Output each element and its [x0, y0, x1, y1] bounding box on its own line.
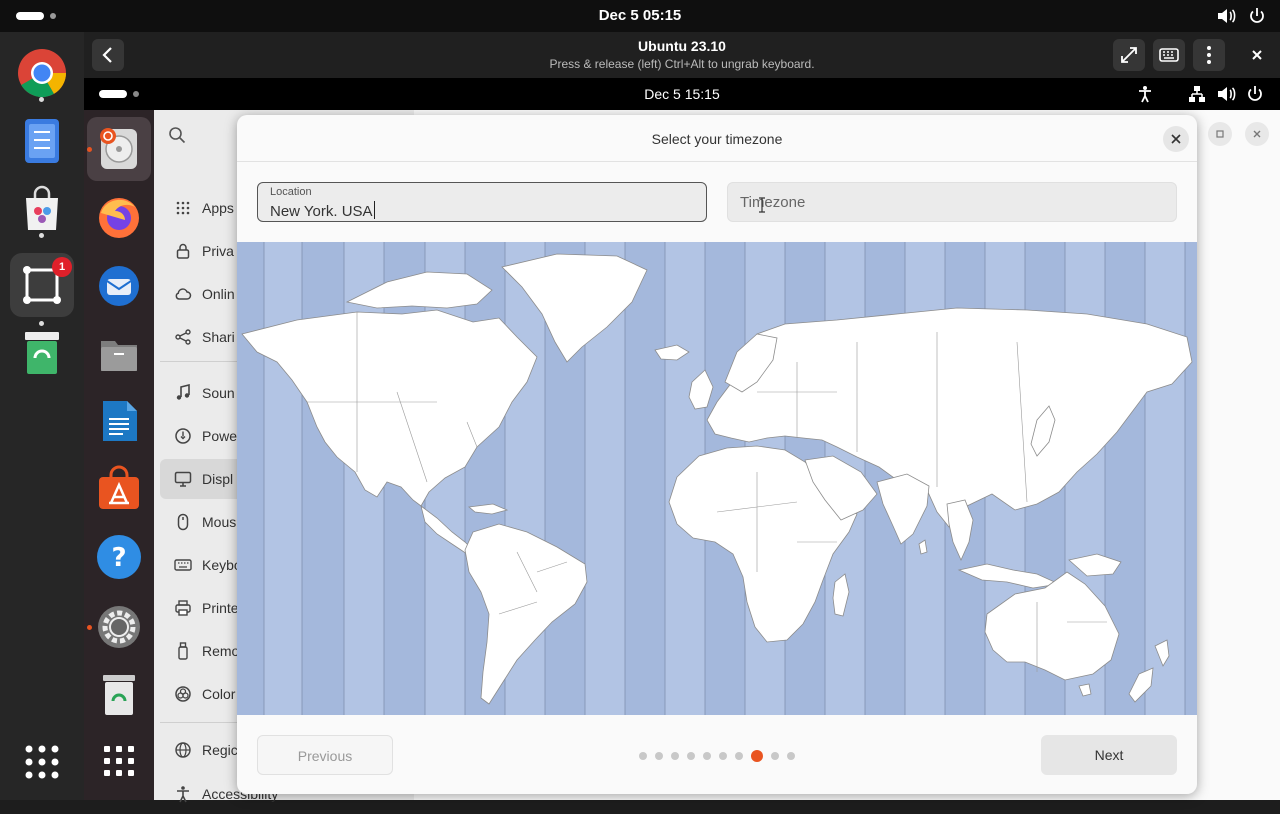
world-timezone-map[interactable] [237, 242, 1197, 715]
sidebar-item-label: Apps [202, 200, 234, 216]
show-apps-icon[interactable] [95, 737, 143, 785]
sidebar-item-label: Color [202, 686, 236, 702]
sidebar-item-label: Displ [202, 471, 234, 487]
help-icon[interactable]: ? [95, 533, 143, 581]
monitor-icon [174, 470, 192, 488]
guest-volume-icon[interactable] [1216, 85, 1236, 108]
minimize-button[interactable] [1208, 122, 1232, 146]
firefox-icon[interactable] [95, 193, 143, 241]
writer-icon[interactable] [95, 397, 143, 445]
sidebar-item-label: Soun [202, 385, 235, 401]
sidebar-item-label: Onlin [202, 286, 235, 302]
running-indicator [39, 233, 44, 238]
next-button[interactable]: Next [1041, 735, 1177, 775]
timezone-dialog: Select your timezone Location New York. … [237, 115, 1197, 794]
text-editor-icon[interactable] [17, 116, 67, 166]
dialog-title: Select your timezone [651, 131, 783, 147]
page-dot [771, 752, 779, 760]
power-icon[interactable] [1248, 7, 1266, 29]
guest-power-icon[interactable] [1246, 85, 1264, 108]
music-note-icon [174, 383, 192, 402]
show-apps-icon[interactable] [17, 736, 67, 786]
page-dot [639, 752, 647, 760]
menu-button[interactable] [1193, 39, 1225, 71]
share-icon [174, 328, 192, 346]
page-dot [735, 752, 743, 760]
mouse-icon [174, 513, 192, 531]
color-icon [174, 685, 192, 703]
files-icon[interactable] [95, 329, 143, 377]
svg-text:?: ? [111, 543, 126, 573]
page-dot [703, 752, 711, 760]
settings-icon[interactable] [95, 603, 143, 651]
running-indicator [87, 147, 92, 152]
thunderbird-icon[interactable] [95, 261, 143, 309]
lock-icon [174, 242, 192, 260]
ibeam-cursor-icon [758, 197, 766, 218]
page-dot [687, 752, 695, 760]
keyboard-button[interactable] [1153, 39, 1185, 71]
sidebar-item-label: Regic [202, 742, 238, 758]
installer-icon[interactable] [95, 125, 143, 173]
accessibility-icon [174, 785, 192, 803]
host-clock[interactable]: Dec 5 05:15 [0, 7, 1280, 24]
sidebar-item-label: Powe [202, 428, 238, 444]
host-dock: 1 [0, 32, 84, 800]
close-dialog-button[interactable] [1163, 126, 1189, 152]
location-label: Location [270, 186, 312, 198]
removable-media-icon [174, 642, 192, 660]
cloud-icon [174, 285, 192, 303]
page-dot [787, 752, 795, 760]
text-cursor [373, 201, 375, 219]
previous-button[interactable]: Previous [257, 735, 393, 775]
sidebar-item-label: Keybo [202, 557, 242, 573]
network-icon[interactable] [1188, 85, 1206, 108]
guest-clock[interactable]: Dec 5 15:15 [84, 86, 1280, 102]
printer-icon [174, 599, 192, 617]
sidebar-item-label: Shari [202, 329, 235, 345]
search-icon[interactable] [168, 126, 186, 149]
guest-top-bar: Dec 5 15:15 [84, 78, 1280, 110]
grid-icon [174, 199, 192, 217]
close-settings-button[interactable] [1245, 122, 1269, 146]
close-vm-button[interactable] [1241, 39, 1273, 71]
power-icon [174, 427, 192, 445]
location-value: New York. USA [270, 203, 373, 220]
notification-badge: 1 [52, 257, 72, 277]
sidebar-item-label: Priva [202, 243, 234, 259]
trash-icon[interactable] [95, 671, 143, 719]
sidebar-item-label: Remo [202, 643, 240, 659]
dialog-divider [237, 161, 1197, 162]
vm-header-bar: Ubuntu 23.10 Press & release (left) Ctrl… [84, 32, 1280, 78]
app-center-icon[interactable] [17, 184, 67, 234]
page-dot [655, 752, 663, 760]
accessibility-icon[interactable] [1136, 85, 1154, 108]
page-dot-current [751, 750, 763, 762]
sidebar-item-label: Mous [202, 514, 237, 530]
timezone-field[interactable]: Timezone [727, 182, 1177, 222]
timezone-placeholder: Timezone [740, 194, 806, 211]
page-dot [671, 752, 679, 760]
sidebar-item-label: Printe [202, 600, 239, 616]
location-input-wrap: New York. USA [270, 201, 375, 220]
location-field[interactable]: Location New York. USA [257, 182, 707, 222]
host-top-bar: Dec 5 05:15 [0, 0, 1280, 32]
fullscreen-button[interactable] [1113, 39, 1145, 71]
keyboard-icon [174, 556, 192, 574]
running-indicator [39, 97, 44, 102]
chrome-icon[interactable] [17, 48, 67, 98]
vm-subtitle: Press & release (left) Ctrl+Alt to ungra… [549, 57, 815, 71]
guest-dock: ? [84, 110, 154, 800]
running-indicator [87, 625, 92, 630]
running-indicator [39, 321, 44, 326]
page-dot [719, 752, 727, 760]
app-center-icon[interactable] [95, 465, 143, 513]
trash-icon[interactable] [17, 328, 67, 378]
volume-icon[interactable] [1216, 7, 1236, 29]
globe-icon [174, 741, 192, 759]
vm-title: Ubuntu 23.10 [638, 38, 726, 54]
